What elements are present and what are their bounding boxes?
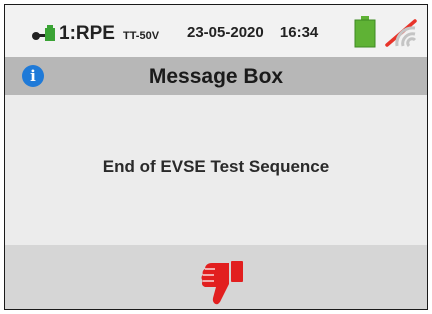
status-bar: 1:RPE TT-50V 23-05-2020 16:34 xyxy=(5,5,427,57)
message-text: End of EVSE Test Sequence xyxy=(102,157,330,176)
wifi-disabled-icon xyxy=(385,19,417,48)
title-bar: i Message Box xyxy=(5,57,427,95)
probe-connection-icon xyxy=(32,25,55,41)
message-area: End of EVSE Test Sequence xyxy=(5,95,427,245)
result-area[interactable] xyxy=(5,245,427,309)
time-label: 16:34 xyxy=(279,24,319,41)
battery-icon xyxy=(354,16,376,48)
instrument-screen: 1:RPE TT-50V 23-05-2020 16:34 i Message … xyxy=(4,4,428,310)
mode-label: 1:RPE xyxy=(59,23,115,44)
system-type-label: TT-50V xyxy=(122,30,160,42)
measurement-mode: 1:RPE TT-50V xyxy=(59,23,159,45)
date-label: 23-05-2020 xyxy=(187,24,264,41)
thumbs-down-icon[interactable] xyxy=(201,260,245,306)
dialog-title: Message Box xyxy=(148,65,284,88)
date-time: 23-05-2020 16:34 xyxy=(187,24,318,41)
